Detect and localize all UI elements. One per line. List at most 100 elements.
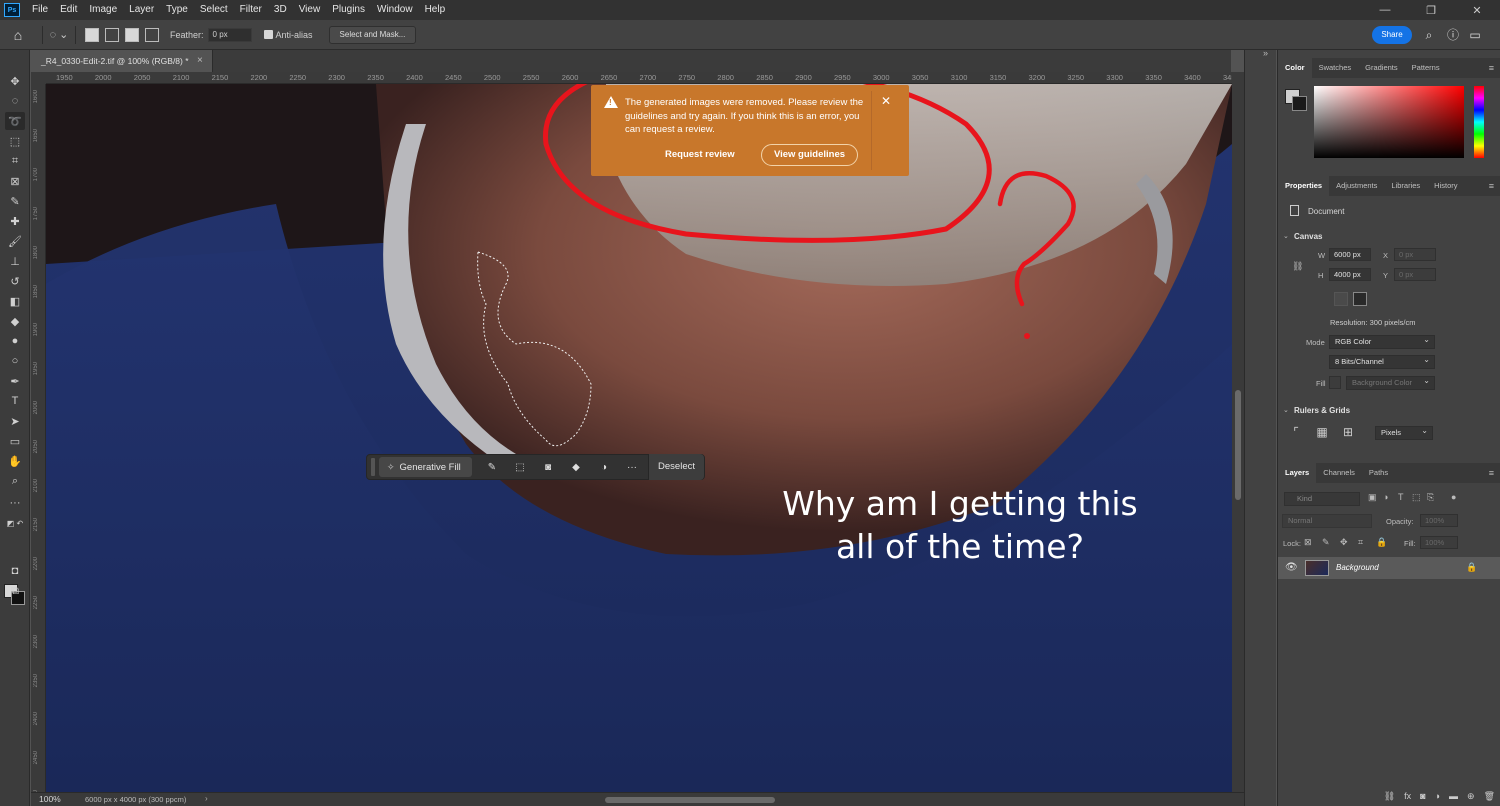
- new-adjustment-layer-icon[interactable]: ◑: [1435, 791, 1440, 801]
- smart-object-filter-icon[interactable]: ⎘: [1427, 492, 1434, 503]
- zoom-tool-icon[interactable]: ⌕: [5, 472, 25, 490]
- edit-toolbar-icon[interactable]: ···: [5, 494, 25, 512]
- ruler-icon[interactable]: ⌜: [1288, 424, 1304, 440]
- zoom-level[interactable]: 100%: [39, 794, 61, 804]
- panel-menu-icon[interactable]: ≡: [1489, 63, 1494, 73]
- workspace-icon[interactable]: ▭: [1466, 26, 1484, 44]
- view-guidelines-button[interactable]: View guidelines: [761, 144, 858, 166]
- eyedropper-tool-icon[interactable]: ✎: [5, 192, 25, 210]
- horizontal-ruler[interactable]: 1950 2000 2050 2100 2150 2200 2250 2300 2350 2400…: [46, 72, 1232, 84]
- share-button[interactable]: Share: [1372, 26, 1412, 44]
- modify-selection-icon[interactable]: ✎: [478, 457, 506, 477]
- color-background-swatch[interactable]: [1292, 96, 1307, 111]
- lock-all-icon[interactable]: 🔒: [1376, 537, 1387, 548]
- vertical-scrollbar-thumb[interactable]: [1235, 390, 1241, 500]
- tab-gradients[interactable]: Gradients: [1358, 58, 1405, 78]
- menu-file[interactable]: File: [26, 0, 54, 20]
- color-field[interactable]: [1314, 86, 1464, 158]
- more-options-icon[interactable]: ···: [618, 457, 646, 477]
- create-mask-icon[interactable]: ◙: [534, 457, 562, 477]
- new-layer-icon[interactable]: ⊕: [1467, 791, 1475, 802]
- lock-artboard-icon[interactable]: ⌗: [1358, 537, 1363, 548]
- menu-window[interactable]: Window: [371, 0, 419, 20]
- tab-history[interactable]: History: [1427, 176, 1464, 196]
- filter-toggle-icon[interactable]: ●: [1451, 492, 1456, 502]
- layer-row-background[interactable]: 👁 Background 🔒: [1278, 557, 1500, 579]
- close-document-icon[interactable]: ×: [197, 55, 203, 66]
- marquee-tool-icon[interactable]: ◌: [5, 92, 25, 110]
- dodge-tool-icon[interactable]: ○: [5, 352, 25, 370]
- type-tool-icon[interactable]: T: [5, 392, 25, 410]
- subtract-from-selection-icon[interactable]: [125, 27, 139, 42]
- generative-fill-button[interactable]: ✧ Generative Fill: [379, 457, 472, 477]
- frame-tool-icon[interactable]: ⊠: [5, 172, 25, 190]
- minimize-icon[interactable]: —: [1362, 0, 1408, 20]
- brush-tool-icon[interactable]: 🖌: [5, 232, 25, 250]
- invert-selection-icon[interactable]: ⬚: [506, 457, 534, 477]
- home-icon[interactable]: ⌂: [0, 20, 36, 50]
- panel-menu-icon[interactable]: ≡: [1489, 181, 1494, 191]
- deselect-button[interactable]: Deselect: [648, 454, 704, 480]
- restore-icon[interactable]: ❐: [1408, 0, 1454, 20]
- menu-plugins[interactable]: Plugins: [326, 0, 371, 20]
- layer-style-icon[interactable]: fx: [1404, 791, 1411, 801]
- crop-tool-icon[interactable]: ⌗: [5, 152, 25, 170]
- lock-position-icon[interactable]: ✥: [1340, 537, 1348, 548]
- rectangle-tool-icon[interactable]: ▭: [5, 432, 25, 450]
- blur-tool-icon[interactable]: ●: [5, 332, 25, 350]
- path-selection-tool-icon[interactable]: ➤: [5, 412, 25, 430]
- antialias-checkbox[interactable]: [263, 30, 273, 39]
- vertical-ruler[interactable]: 1600 1650 1700 1750 1800 1850 1900 1950 2000 2050…: [31, 84, 46, 792]
- quick-mask-icon[interactable]: ◘: [5, 562, 25, 580]
- collapse-panels-icon[interactable]: »: [1263, 48, 1268, 58]
- close-icon[interactable]: ✕: [881, 94, 891, 108]
- portrait-orientation-icon[interactable]: [1334, 292, 1348, 306]
- tab-patterns[interactable]: Patterns: [1405, 58, 1447, 78]
- feather-input[interactable]: 0 px: [207, 27, 252, 42]
- select-and-mask-button[interactable]: Select and Mask...: [328, 25, 417, 44]
- opacity-input[interactable]: 100%: [1420, 514, 1458, 527]
- type-filter-icon[interactable]: T: [1398, 492, 1404, 502]
- panel-menu-icon[interactable]: ≡: [1489, 468, 1494, 478]
- pen-tool-icon[interactable]: ✒: [5, 372, 25, 390]
- menu-view[interactable]: View: [293, 0, 327, 20]
- screen-mode-icon[interactable]: ⧉: [5, 582, 25, 600]
- menu-help[interactable]: Help: [419, 0, 452, 20]
- tab-properties[interactable]: Properties: [1278, 176, 1330, 196]
- tab-paths[interactable]: Paths: [1362, 463, 1395, 483]
- image-canvas[interactable]: [46, 84, 1232, 792]
- menu-select[interactable]: Select: [194, 0, 234, 20]
- tab-libraries[interactable]: Libraries: [1384, 176, 1427, 196]
- chevron-right-icon[interactable]: ›: [205, 794, 208, 803]
- blend-mode-select[interactable]: Normal: [1282, 514, 1372, 528]
- eraser-tool-icon[interactable]: ◧: [5, 292, 25, 310]
- adjustment-filter-icon[interactable]: ◑: [1383, 492, 1388, 502]
- adjustment-layer-icon[interactable]: ◑: [590, 457, 618, 477]
- horizontal-scrollbar-thumb[interactable]: [605, 797, 775, 803]
- paint-bucket-tool-icon[interactable]: ◆: [5, 312, 25, 330]
- add-mask-icon[interactable]: ◙: [1420, 791, 1425, 801]
- fill-select[interactable]: Background Color: [1346, 375, 1435, 390]
- link-dimensions-icon[interactable]: ⛓: [1292, 261, 1303, 272]
- layer-kind-filter[interactable]: Kind: [1284, 492, 1360, 506]
- menu-filter[interactable]: Filter: [234, 0, 268, 20]
- menu-layer[interactable]: Layer: [123, 0, 160, 20]
- lock-transparent-icon[interactable]: ⊠: [1304, 537, 1312, 548]
- grid-icon[interactable]: ▦: [1314, 424, 1330, 440]
- add-to-selection-icon[interactable]: [105, 27, 119, 42]
- width-input[interactable]: 6000 px: [1329, 248, 1371, 261]
- document-tab[interactable]: _R4_0330-Edit-2.tif @ 100% (RGB/8) *: [31, 50, 213, 72]
- guides-icon[interactable]: ⊞: [1340, 424, 1356, 440]
- height-input[interactable]: 4000 px: [1329, 268, 1371, 281]
- tab-adjustments[interactable]: Adjustments: [1329, 176, 1384, 196]
- menu-3d[interactable]: 3D: [268, 0, 293, 20]
- help-icon[interactable]: ⓘ: [1444, 26, 1462, 44]
- menu-edit[interactable]: Edit: [54, 0, 83, 20]
- y-input[interactable]: 0 px: [1394, 268, 1436, 281]
- lock-image-icon[interactable]: ✎: [1322, 537, 1330, 548]
- color-mode-select[interactable]: RGB Color: [1329, 334, 1435, 349]
- object-selection-tool-icon[interactable]: ⬚: [5, 132, 25, 150]
- clone-stamp-tool-icon[interactable]: ⊥: [5, 252, 25, 270]
- search-icon[interactable]: ⌕: [1420, 26, 1438, 44]
- bit-depth-select[interactable]: 8 Bits/Channel: [1329, 354, 1435, 369]
